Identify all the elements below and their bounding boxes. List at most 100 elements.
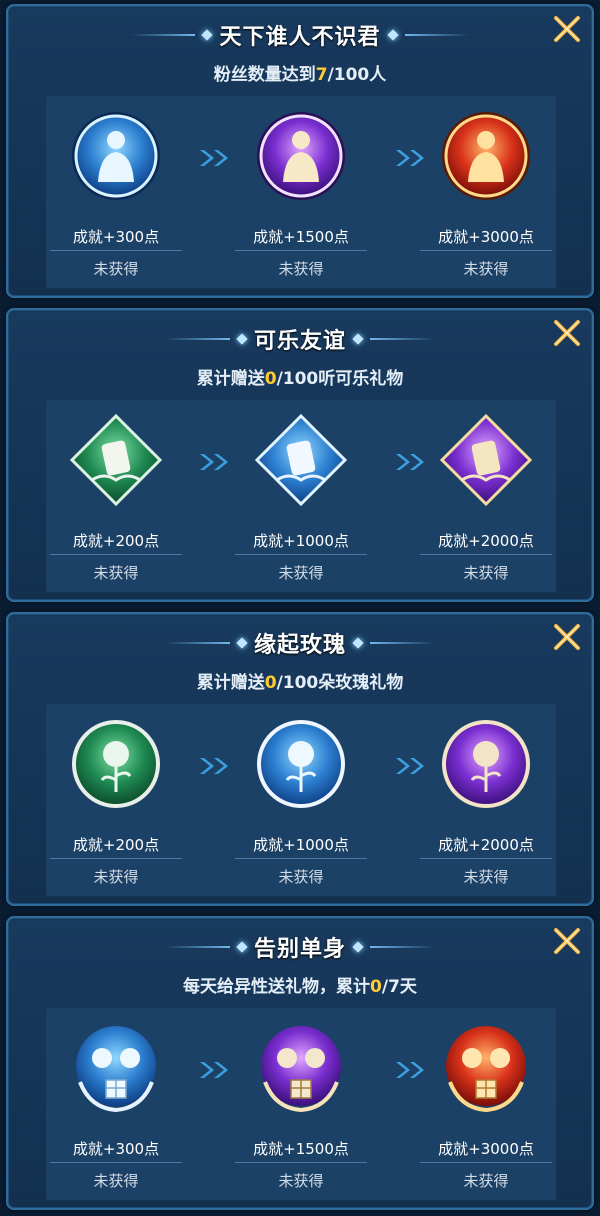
divider: [420, 554, 552, 555]
reward-tier[interactable]: 成就+200点 未获得: [46, 400, 186, 592]
divider: [50, 858, 182, 859]
rewards-panel: 成就+200点 未获得 成就+1000点 未获得 成就+2000点 未获得: [46, 704, 556, 896]
reward-points: 成就+2000点: [438, 836, 534, 854]
close-x-icon[interactable]: [550, 12, 584, 46]
reward-tier[interactable]: 成就+200点 未获得: [46, 704, 186, 896]
achievement-card: 告别单身 每天给异性送礼物，累计0/7天 成就+300点 未获得 成就+1500…: [6, 916, 594, 1210]
title-ornament-left: [165, 941, 254, 953]
reward-points: 成就+3000点: [438, 1140, 534, 1158]
divider: [420, 858, 552, 859]
progress-prefix: 粉丝数量达到: [213, 65, 316, 85]
divider: [50, 554, 182, 555]
reward-tier[interactable]: 成就+1000点 未获得: [231, 704, 371, 896]
progress-suffix: /100人: [327, 65, 387, 85]
title-ornament-left: [165, 637, 254, 649]
reward-points: 成就+2000点: [438, 532, 534, 550]
double-chevron-right-icon: [200, 758, 228, 774]
rose-medal-purple-icon: [442, 720, 530, 808]
progress-suffix: /100朵玫瑰礼物: [276, 673, 404, 693]
divider: [50, 1162, 182, 1163]
title-ornament-right: [381, 29, 469, 41]
reward-status: 未获得: [93, 868, 139, 886]
reward-points: 成就+300点: [72, 228, 160, 246]
divider: [50, 250, 182, 251]
reward-points: 成就+1000点: [253, 836, 349, 854]
divider: [235, 858, 367, 859]
progress-prefix: 累计赠送: [196, 369, 265, 389]
achievement-card: 可乐友谊 累计赠送0/100听可乐礼物 成就+200点 未获得 成就+1000点…: [6, 308, 594, 602]
cola-medal-purple-icon: [440, 414, 532, 506]
divider: [235, 554, 367, 555]
card-title: 天下谁人不识君: [219, 25, 381, 50]
card-header: 可乐友谊: [8, 322, 592, 356]
card-header: 天下谁人不识君: [8, 18, 592, 52]
achievement-card: 天下谁人不识君 粉丝数量达到7/100人 成就+300点 未获得 成就+1500…: [6, 4, 594, 298]
divider: [420, 1162, 552, 1163]
reward-tier[interactable]: 成就+2000点 未获得: [416, 704, 556, 896]
card-title: 可乐友谊: [253, 329, 346, 354]
reward-status: 未获得: [278, 1172, 324, 1190]
progress-suffix: /100听可乐礼物: [276, 369, 404, 389]
divider: [420, 250, 552, 251]
double-chevron-right-icon: [200, 1062, 228, 1078]
reward-tier[interactable]: 成就+1500点 未获得: [231, 96, 371, 288]
progress-current: 0: [370, 977, 382, 997]
reward-points: 成就+1500点: [253, 228, 349, 246]
progress-text: 累计赠送0/100朵玫瑰礼物: [8, 668, 592, 693]
progress-current: 7: [315, 65, 328, 85]
title-ornament-left: [165, 333, 254, 345]
card-header: 缘起玫瑰: [8, 626, 592, 660]
progress-current: 0: [264, 673, 277, 693]
progress-text: 累计赠送0/100听可乐礼物: [8, 364, 592, 389]
reward-tier[interactable]: 成就+300点 未获得: [46, 1008, 186, 1200]
title-ornament-right: [346, 333, 434, 345]
reward-tier[interactable]: 成就+3000点 未获得: [416, 96, 556, 288]
reward-status: 未获得: [278, 260, 324, 278]
divider: [235, 1162, 367, 1163]
reward-points: 成就+3000点: [438, 228, 534, 246]
progress-text: 粉丝数量达到7/100人: [8, 60, 592, 85]
reward-points: 成就+300点: [72, 1140, 160, 1158]
reward-status: 未获得: [93, 564, 139, 582]
card-title: 缘起玫瑰: [253, 633, 346, 658]
close-x-icon[interactable]: [550, 316, 584, 350]
rose-medal-green-icon: [72, 720, 160, 808]
reward-status: 未获得: [93, 260, 139, 278]
achievement-card: 缘起玫瑰 累计赠送0/100朵玫瑰礼物 成就+200点 未获得 成就+1000点…: [6, 612, 594, 906]
card-title: 告别单身: [253, 937, 346, 962]
reward-tier[interactable]: 成就+1500点 未获得: [231, 1008, 371, 1200]
reward-points: 成就+200点: [72, 532, 160, 550]
progress-text: 每天给异性送礼物，累计0/7天: [8, 972, 592, 997]
reward-status: 未获得: [278, 868, 324, 886]
rewards-panel: 成就+300点 未获得 成就+1500点 未获得 成就+3000点 未获得: [46, 96, 556, 288]
rewards-panel: 成就+200点 未获得 成就+1000点 未获得 成就+2000点 未获得: [46, 400, 556, 592]
reward-status: 未获得: [93, 1172, 139, 1190]
reward-tier[interactable]: 成就+3000点 未获得: [416, 1008, 556, 1200]
fan-medal-gold-icon: [442, 112, 530, 200]
fan-medal-purple-icon: [257, 112, 345, 200]
reward-status: 未获得: [278, 564, 324, 582]
progress-suffix: /7天: [381, 977, 417, 997]
close-x-icon[interactable]: [550, 924, 584, 958]
rewards-panel: 成就+300点 未获得 成就+1500点 未获得 成就+3000点 未获得: [46, 1008, 556, 1200]
cola-medal-blue-icon: [255, 414, 347, 506]
double-chevron-right-icon: [200, 454, 228, 470]
close-x-icon[interactable]: [550, 620, 584, 654]
reward-tier[interactable]: 成就+300点 未获得: [46, 96, 186, 288]
title-ornament-right: [346, 637, 434, 649]
double-chevron-right-icon: [200, 150, 228, 166]
reward-status: 未获得: [463, 1172, 509, 1190]
cola-medal-green-icon: [70, 414, 162, 506]
couple-medal-gold-icon: [446, 1026, 526, 1113]
reward-tier[interactable]: 成就+2000点 未获得: [416, 400, 556, 592]
divider: [235, 250, 367, 251]
reward-tier[interactable]: 成就+1000点 未获得: [231, 400, 371, 592]
fan-medal-blue-icon: [72, 112, 160, 200]
reward-points: 成就+200点: [72, 836, 160, 854]
reward-status: 未获得: [463, 260, 509, 278]
card-header: 告别单身: [8, 930, 592, 964]
rose-medal-blue-icon: [257, 720, 345, 808]
title-ornament-left: [131, 29, 219, 41]
reward-points: 成就+1500点: [253, 1140, 349, 1158]
progress-prefix: 累计赠送: [196, 673, 265, 693]
